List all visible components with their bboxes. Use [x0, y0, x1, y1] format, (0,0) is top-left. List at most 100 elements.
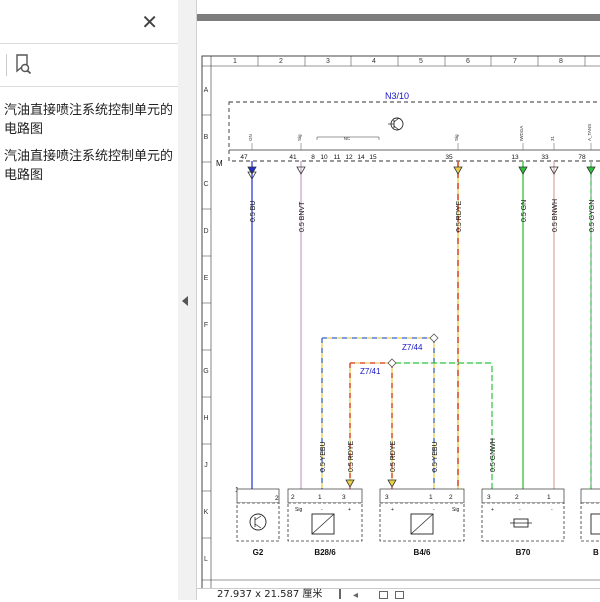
connector-symbol: [345, 479, 355, 488]
component-pin: 3: [487, 494, 491, 501]
close-panel-button[interactable]: ✕: [141, 10, 158, 34]
component-label: G2: [253, 548, 264, 557]
connector-symbol: [247, 166, 257, 175]
component-g2-body: [236, 502, 280, 542]
grid-row-label: G: [203, 368, 208, 375]
status-bar: 27.937 x 21.587 厘米 ◂: [197, 588, 600, 601]
grid-row-label: E: [204, 275, 209, 282]
wiring-diagram-page: 1 2 3 4 5 6 7 8 A B C D E F G H J K L N3…: [201, 55, 600, 588]
grid-column-label: 1: [233, 58, 237, 65]
component-pin: 1: [318, 494, 322, 501]
component-header: [580, 488, 600, 504]
scroll-left-icon[interactable]: ◂: [353, 590, 358, 602]
wire-label: 0.5 RDYE: [456, 201, 463, 232]
ecu-pin-number: 47: [240, 154, 248, 161]
grid-column-label: 3: [326, 58, 330, 65]
ecu-pin-number: 8: [311, 154, 315, 161]
toolbar-separator: [6, 54, 7, 76]
ecu-pin-number: 10: [320, 154, 328, 161]
grid-row-label: J: [204, 462, 208, 469]
grid-row-label: H: [203, 415, 208, 422]
panel-collapse-strip[interactable]: [178, 0, 197, 600]
wire-label: 0.5 BNVT: [299, 201, 306, 232]
ecu-pin-number: 41: [289, 154, 297, 161]
component-pin: 1: [429, 494, 433, 501]
page-view-icon[interactable]: [379, 591, 388, 599]
grid-column-label: 5: [419, 58, 423, 65]
component-pin: 2: [515, 494, 519, 501]
wire-label: 0.5 YEBU: [432, 441, 439, 472]
component-signal: +: [391, 507, 394, 513]
bookmark-item[interactable]: 汽油直接喷注系统控制单元的电路图: [4, 101, 176, 139]
component-pin: 1: [547, 494, 551, 501]
component-label: B: [593, 548, 599, 557]
component-pin: 3: [385, 494, 389, 501]
grid-row-label: B: [204, 134, 209, 141]
component-label: B4/6: [414, 548, 431, 557]
ecu-pin-tag: NC: [344, 136, 351, 141]
connector-symbol: [453, 166, 463, 175]
ecu-pin-number: 13: [511, 154, 519, 161]
ecu-pin-number: 78: [578, 154, 586, 161]
grid-row-label: A: [204, 87, 209, 94]
component-label: B70: [516, 548, 531, 557]
ecu-pin-number: 14: [357, 154, 365, 161]
status-divider: [339, 589, 347, 599]
document-viewport[interactable]: 1 2 3 4 5 6 7 8 A B C D E F G H J K L N3…: [197, 0, 600, 600]
component-header: [236, 488, 280, 504]
connector-symbol: [586, 166, 596, 175]
wire-label: 0.5 YEBU: [320, 441, 327, 472]
ecu-marker: M: [216, 159, 223, 168]
wire-label: 0.5 BU: [250, 201, 257, 222]
collapse-arrow-icon[interactable]: [182, 296, 188, 306]
page-size-readout: 27.937 x 21.587 厘米: [217, 589, 323, 600]
ecu-pin-number: 35: [445, 154, 453, 161]
bookmark-search-button[interactable]: [8, 51, 34, 77]
component-pin: 3: [342, 494, 346, 501]
junction-point: [429, 333, 439, 343]
ecu-pin-number: 11: [334, 154, 341, 161]
grid-row-label: C: [203, 181, 208, 188]
ecu-pin-number: 12: [345, 154, 353, 161]
ecu-pin-number: 33: [541, 154, 549, 161]
grid-row-label: L: [204, 556, 208, 563]
grid-column-label: 8: [559, 58, 563, 65]
grid-row-label: D: [203, 228, 208, 235]
wire-label: 0.5 GN: [521, 200, 528, 222]
junction-label: Z7/44: [402, 343, 423, 352]
panel-divider: [0, 86, 178, 87]
component-signal: +: [348, 507, 351, 513]
grid-column-label: 7: [513, 58, 517, 65]
grid-column-label: 2: [279, 58, 283, 65]
bookmark-item[interactable]: 汽油直接喷注系统控制单元的电路图: [4, 147, 176, 185]
component-pin: 2: [275, 495, 279, 502]
ecu-pin-tag: Sig: [454, 134, 459, 141]
page-view-icon[interactable]: [395, 591, 404, 599]
component-header: [287, 488, 363, 504]
ecu-pin-tag: GN: [248, 134, 253, 141]
component-header: [481, 488, 565, 504]
grid-column-label: 4: [372, 58, 376, 65]
connector-symbol: [518, 166, 528, 175]
grid-row-label: K: [204, 509, 209, 516]
component-pin: 2: [449, 494, 453, 501]
ecu-pin-tag: Sig: [297, 134, 302, 141]
grid-row-label: F: [204, 322, 208, 329]
component-signal: Sig: [295, 507, 302, 513]
wire-label: 0.5 RDYE: [348, 441, 355, 472]
component-signal: +: [491, 507, 494, 513]
wire-label: 0.5 GYGN: [589, 200, 596, 232]
ecu-pin-tag: A_TANS: [587, 124, 592, 141]
panel-divider: [0, 43, 178, 44]
component-label: B28/6: [314, 548, 336, 557]
component-pin: 2: [291, 494, 295, 501]
ecu-outline: [228, 101, 600, 162]
wire-label: 0.5 GNWH: [490, 438, 497, 472]
wire-label: 0.5 BNWH: [552, 199, 559, 232]
junction-label: Z7/41: [360, 367, 381, 376]
component-signal: Sig: [452, 507, 459, 513]
bookmarks-panel: ✕ 汽油直接喷注系统控制单元的电路图 汽油直接喷注系统控制单元的电路图: [0, 0, 179, 600]
wire-label: 0.5 RDYE: [390, 441, 397, 472]
ecu-pin-number: 15: [369, 154, 377, 161]
bookmark-search-icon: [16, 54, 32, 75]
